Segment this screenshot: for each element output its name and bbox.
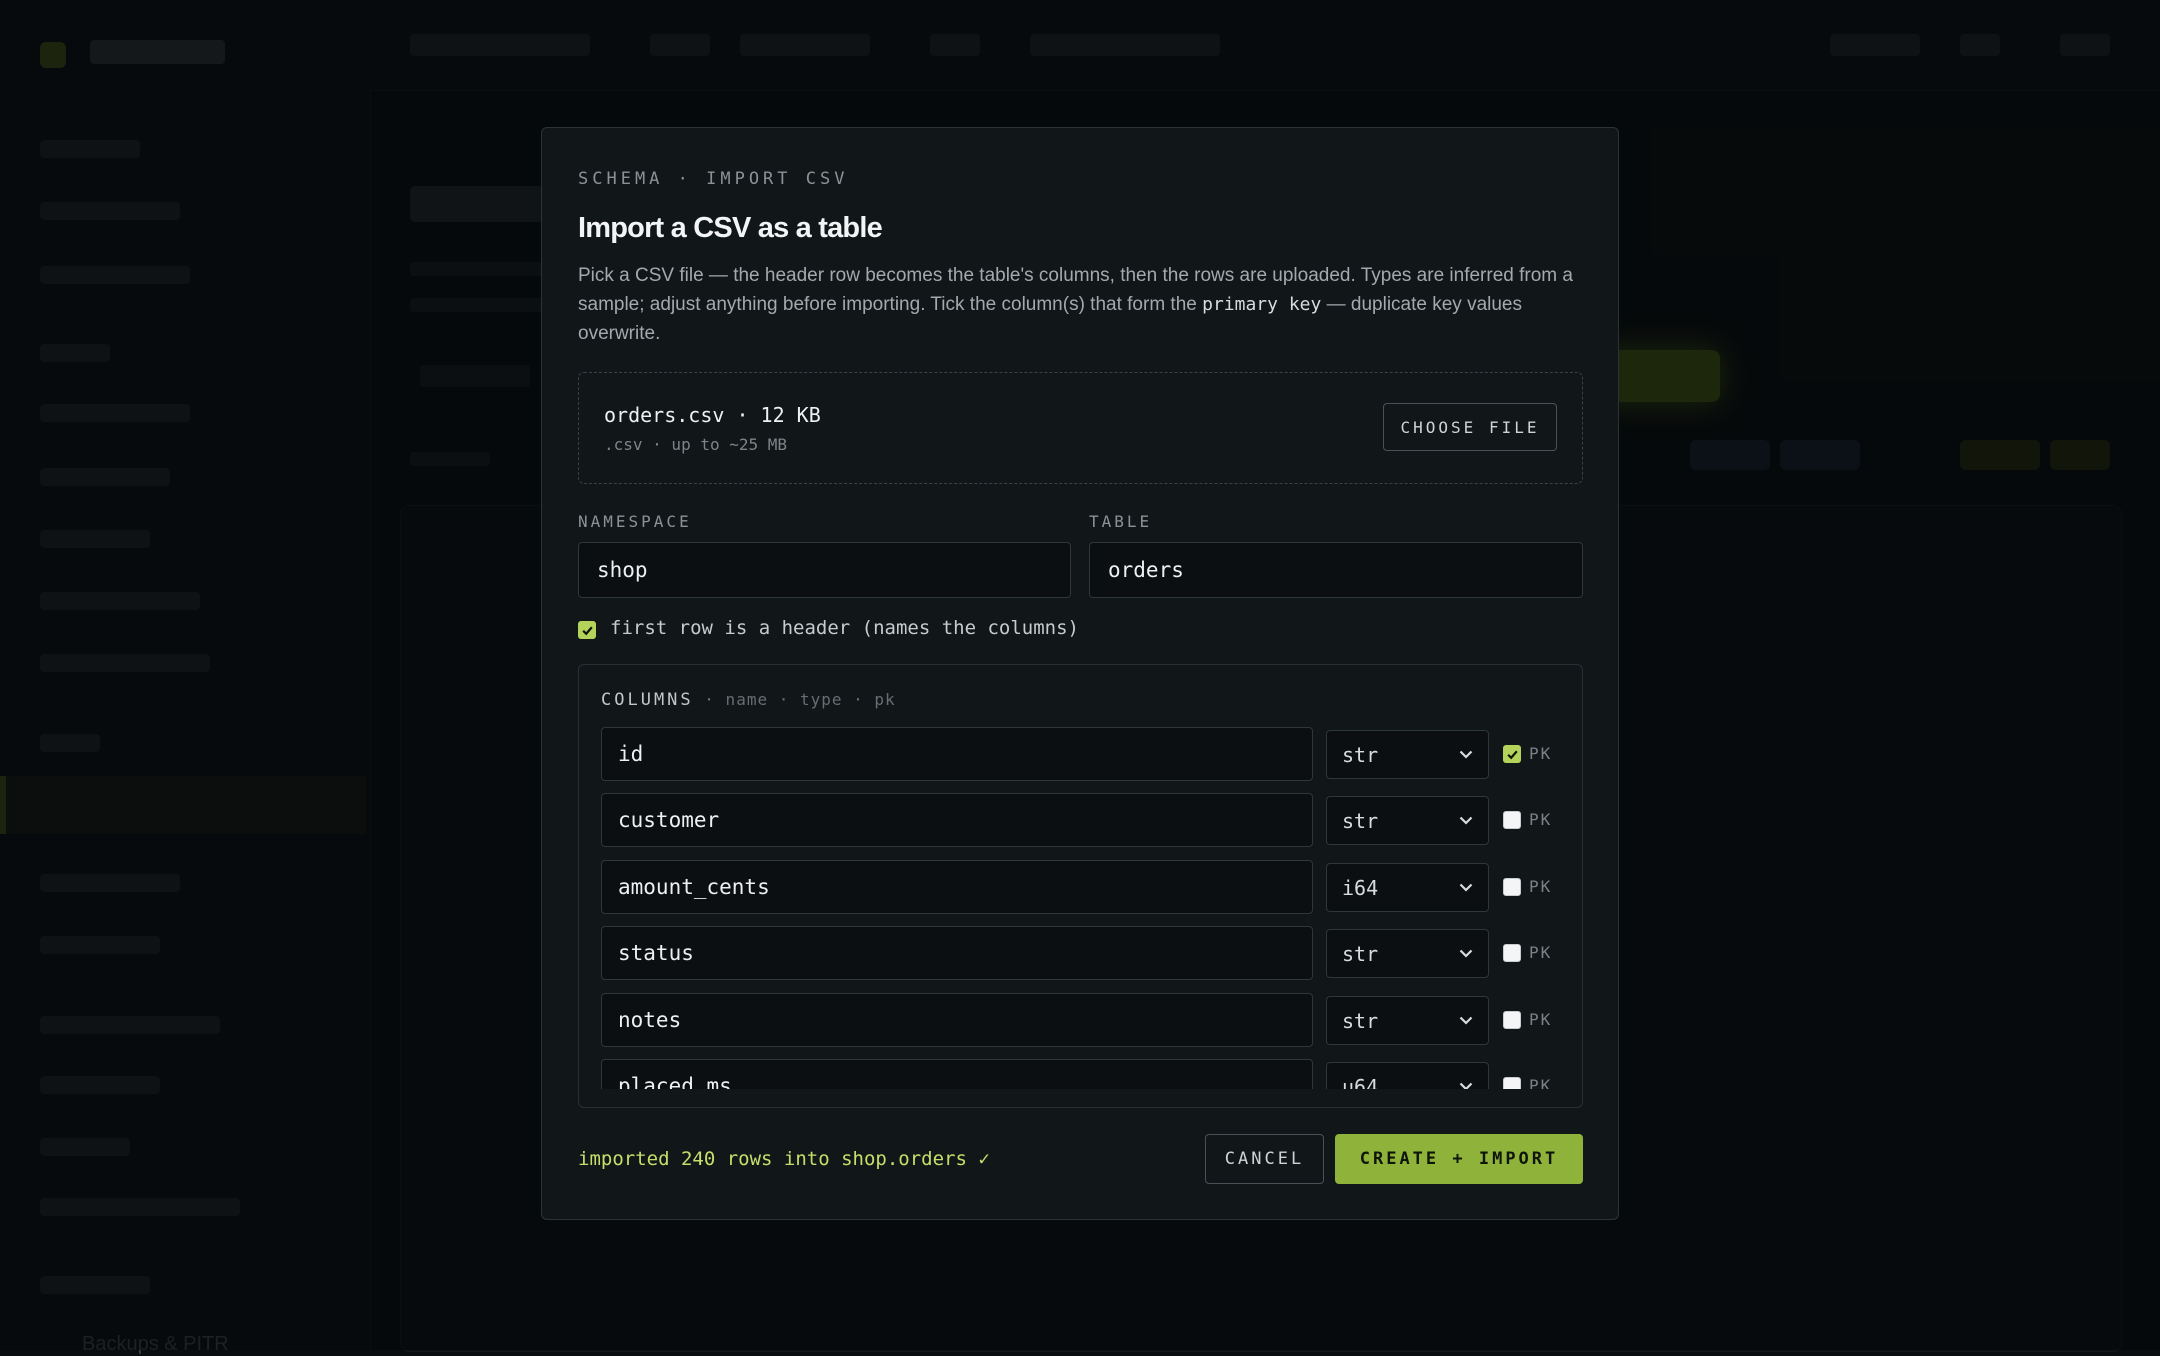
chevron-down-icon: [1459, 949, 1473, 958]
chevron-down-icon: [1459, 816, 1473, 825]
chevron-down-icon: [1459, 1082, 1473, 1089]
column-row: status str PK: [601, 926, 1561, 982]
column-name-input[interactable]: id: [601, 727, 1313, 781]
header-row-checkbox[interactable]: [578, 621, 596, 639]
checkmark-icon: [581, 626, 593, 635]
column-type-value: str: [1342, 941, 1379, 966]
column-type-select[interactable]: str: [1326, 929, 1489, 978]
column-row: amount_cents i64 PK: [601, 860, 1561, 916]
namespace-input[interactable]: shop: [578, 542, 1071, 598]
column-pk-label: PK: [1529, 1076, 1553, 1089]
table-label: TABLE: [1089, 512, 1153, 531]
column-type-value: u64: [1342, 1074, 1379, 1090]
column-pk-label: PK: [1529, 877, 1553, 896]
column-name-input[interactable]: placed_ms: [601, 1059, 1313, 1089]
column-pk-checkbox[interactable]: [1503, 745, 1521, 763]
column-type-value: i64: [1342, 875, 1379, 900]
file-name: orders.csv · 12 KB: [604, 403, 821, 427]
column-type-select[interactable]: i64: [1326, 863, 1489, 912]
column-type-select[interactable]: str: [1326, 730, 1489, 779]
column-pk-label: PK: [1529, 1010, 1553, 1029]
create-import-button[interactable]: CREATE + IMPORT: [1335, 1134, 1583, 1184]
column-pk-checkbox[interactable]: [1503, 811, 1521, 829]
checkmark-icon: [1506, 750, 1518, 759]
column-pk-checkbox[interactable]: [1503, 1077, 1521, 1089]
chevron-down-icon: [1459, 750, 1473, 759]
dialog-kicker: SCHEMA · IMPORT CSV: [578, 169, 849, 189]
column-type-select[interactable]: str: [1326, 996, 1489, 1045]
column-name-input[interactable]: status: [601, 926, 1313, 980]
chevron-down-icon: [1459, 1016, 1473, 1025]
header-row-label: first row is a header (names the columns…: [610, 617, 1079, 639]
column-pk-checkbox[interactable]: [1503, 944, 1521, 962]
column-name-input[interactable]: notes: [601, 993, 1313, 1047]
column-type-value: str: [1342, 742, 1379, 767]
import-csv-dialog: SCHEMA · IMPORT CSV Import a CSV as a ta…: [541, 127, 1619, 1220]
column-name-input[interactable]: amount_cents: [601, 860, 1313, 914]
column-name-input[interactable]: customer: [601, 793, 1313, 847]
namespace-label: NAMESPACE: [578, 512, 692, 531]
description-code: primary key: [1202, 294, 1322, 315]
dialog-title: Import a CSV as a table: [578, 212, 883, 244]
columns-list[interactable]: id str PK customer str PK amount_cents i64 PK sta…: [579, 665, 1582, 1089]
choose-file-button[interactable]: CHOOSE FILE: [1383, 403, 1557, 451]
import-status-message: imported 240 rows into shop.orders ✓: [578, 1148, 990, 1170]
column-row: id str PK: [601, 727, 1561, 783]
table-input[interactable]: orders: [1089, 542, 1583, 598]
column-row: placed_ms u64 PK: [601, 1059, 1561, 1089]
column-type-select[interactable]: u64: [1326, 1062, 1489, 1089]
column-type-select[interactable]: str: [1326, 796, 1489, 845]
file-dropzone[interactable]: orders.csv · 12 KB .csv · up to ~25 MB C…: [578, 372, 1583, 484]
column-row: customer str PK: [601, 793, 1561, 849]
column-type-value: str: [1342, 808, 1379, 833]
column-pk-label: PK: [1529, 943, 1553, 962]
column-type-value: str: [1342, 1008, 1379, 1033]
dialog-description: Pick a CSV file — the header row becomes…: [578, 261, 1588, 348]
column-row: notes str PK: [601, 993, 1561, 1049]
column-pk-checkbox[interactable]: [1503, 1011, 1521, 1029]
cancel-button[interactable]: CANCEL: [1205, 1134, 1324, 1184]
column-pk-label: PK: [1529, 810, 1553, 829]
column-pk-checkbox[interactable]: [1503, 878, 1521, 896]
chevron-down-icon: [1459, 883, 1473, 892]
column-pk-label: PK: [1529, 744, 1553, 763]
columns-panel: COLUMNS · name · type · pk id str PK custom…: [578, 664, 1583, 1108]
file-hint: .csv · up to ~25 MB: [604, 435, 788, 454]
